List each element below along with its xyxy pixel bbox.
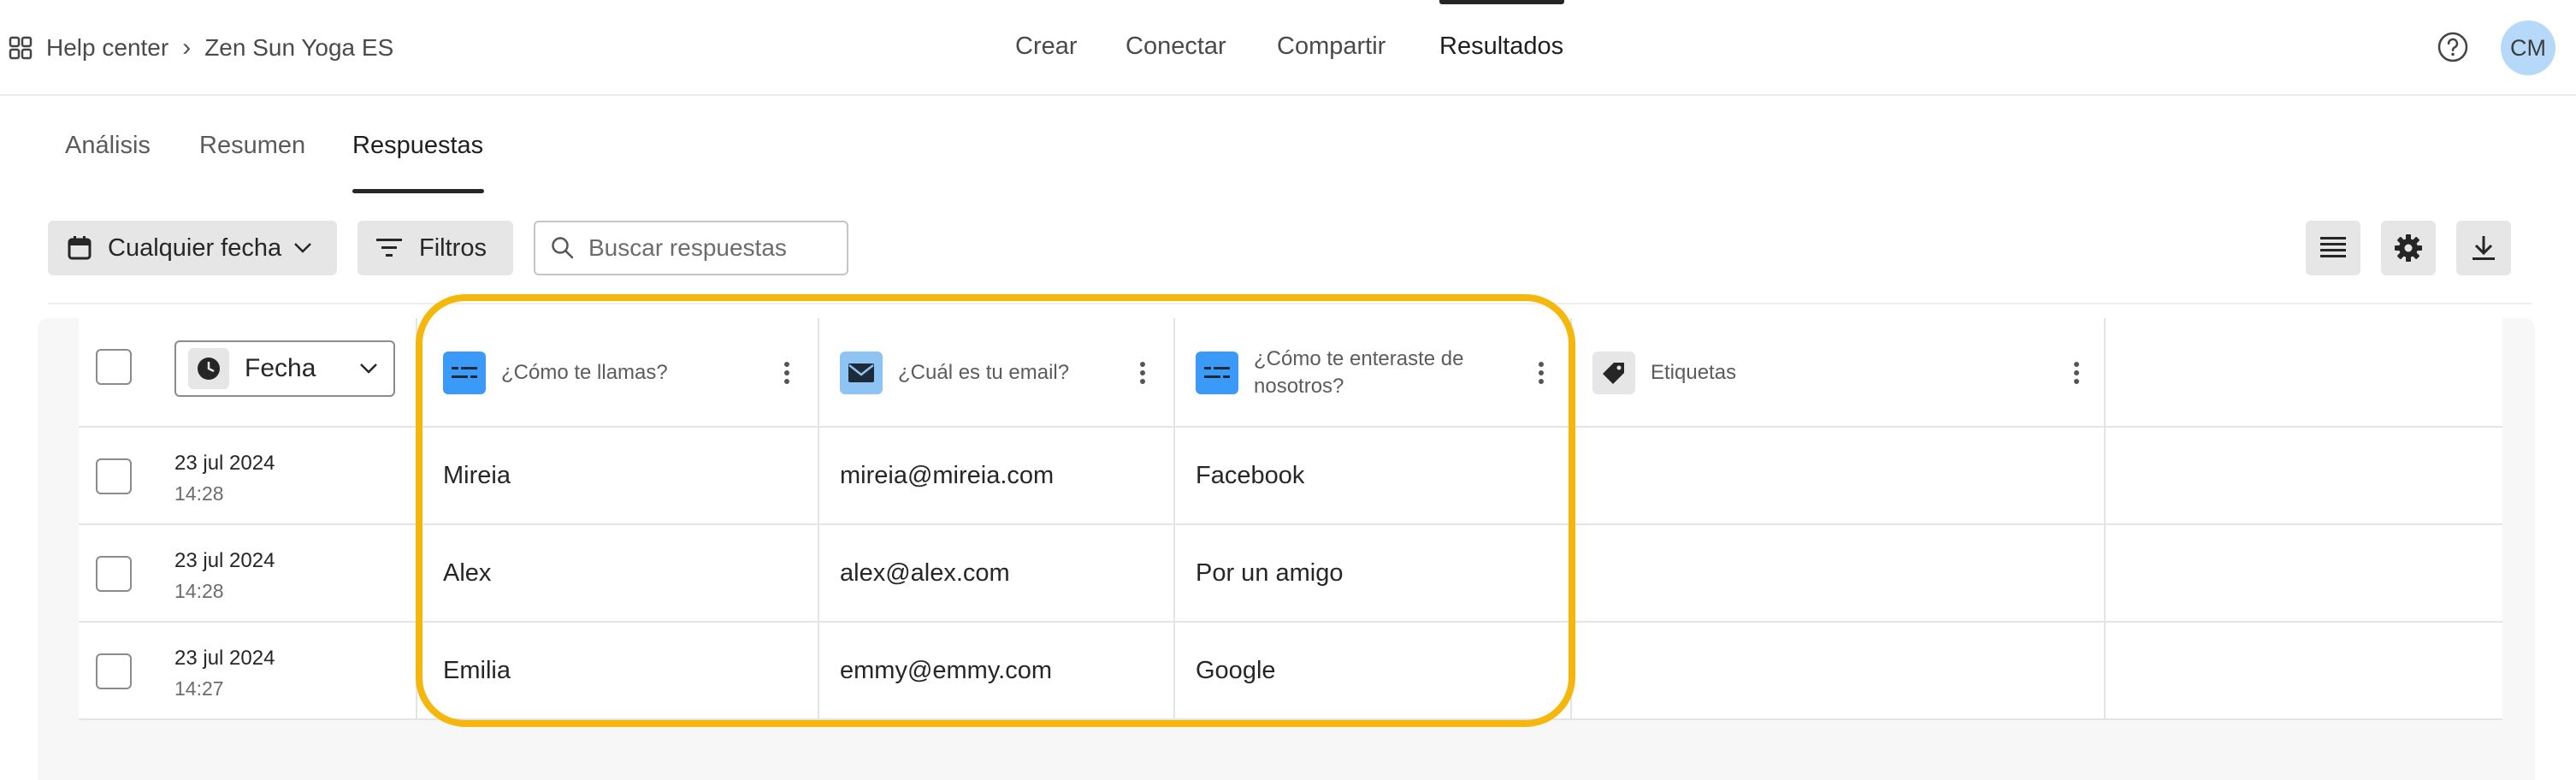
- help-icon[interactable]: [2437, 31, 2469, 63]
- clock-icon: [188, 348, 229, 389]
- column-header-label: Etiquetas: [1651, 361, 1737, 384]
- column-header-label: ¿Cómo te llamas?: [501, 361, 668, 384]
- cell-source: Por un amigo: [1196, 559, 1344, 587]
- apps-grid-icon[interactable]: [9, 36, 32, 60]
- subtab-active-indicator: [352, 189, 484, 193]
- tab-analisis[interactable]: Análisis: [65, 132, 151, 160]
- top-navigation-bar: Help center › Zen Sun Yoga ES Crear Cone…: [0, 0, 2576, 96]
- cell-email: mireia@mireia.com: [840, 462, 1055, 489]
- column-header-label: ¿Cómo te enteraste de nosotros?: [1254, 347, 1464, 398]
- column-menu-icon[interactable]: [1538, 361, 1545, 385]
- row-checkbox[interactable]: [96, 653, 132, 689]
- breadcrumb-current-form[interactable]: Zen Sun Yoga ES: [204, 34, 393, 62]
- cell-name: Emilia: [443, 657, 511, 684]
- table-row[interactable]: 23 jul 2024 14:28 Alex alex@alex.com Por…: [79, 525, 2502, 623]
- row-date: 23 jul 2024: [174, 452, 275, 475]
- date-column-selector[interactable]: Fecha: [174, 340, 395, 397]
- date-filter-button[interactable]: Cualquier fecha: [48, 221, 337, 275]
- column-header-label: ¿Cuál es tu email?: [898, 361, 1070, 384]
- chevron-down-icon: [360, 363, 377, 374]
- user-avatar[interactable]: CM: [2501, 21, 2555, 75]
- cell-email: alex@alex.com: [840, 559, 1010, 587]
- table-header-row: Fecha ¿Cómo te llamas? ¿Cuál es tu email…: [79, 318, 2502, 428]
- row-checkbox[interactable]: [96, 458, 132, 494]
- filters-button[interactable]: Filtros: [357, 221, 513, 275]
- cell-email: emmy@emmy.com: [840, 657, 1053, 684]
- column-divider: [1570, 318, 1572, 720]
- select-all-checkbox[interactable]: [96, 349, 132, 385]
- row-time: 14:28: [174, 482, 224, 505]
- cell-name: Alex: [443, 559, 492, 587]
- date-column-label: Fecha: [245, 354, 316, 382]
- search-box: [534, 221, 848, 275]
- cell-source: Facebook: [1196, 462, 1305, 489]
- row-checkbox[interactable]: [96, 556, 132, 592]
- tab-resumen[interactable]: Resumen: [199, 132, 305, 160]
- date-filter-label: Cualquier fecha: [108, 233, 282, 262]
- tag-icon: [1592, 352, 1635, 394]
- table-row[interactable]: 23 jul 2024 14:28 Mireia mireia@mireia.c…: [79, 428, 2502, 525]
- gear-icon: [2395, 234, 2422, 262]
- filter-icon: [376, 239, 402, 257]
- nav-active-indicator: [1439, 0, 1564, 4]
- cell-source: Google: [1196, 657, 1276, 684]
- toolbar-divider: [48, 303, 2532, 304]
- column-header-tags[interactable]: Etiquetas: [1592, 318, 1736, 428]
- tab-respuestas[interactable]: Respuestas: [352, 132, 483, 160]
- email-icon: [840, 352, 883, 394]
- download-button[interactable]: [2456, 221, 2511, 275]
- nav-item-crear[interactable]: Crear: [1015, 32, 1078, 61]
- column-divider: [818, 318, 819, 720]
- density-toggle-button[interactable]: [2306, 221, 2360, 275]
- download-icon: [2473, 236, 2495, 260]
- table-row[interactable]: 23 jul 2024 14:27 Emilia emmy@emmy.com G…: [79, 623, 2502, 720]
- filters-label: Filtros: [419, 233, 487, 262]
- calendar-icon: [68, 236, 92, 260]
- column-header-source[interactable]: ¿Cómo te enteraste de nosotros?: [1196, 318, 1510, 428]
- search-input[interactable]: [588, 234, 845, 262]
- column-menu-icon[interactable]: [783, 361, 790, 385]
- search-icon: [552, 237, 574, 259]
- nav-item-resultados[interactable]: Resultados: [1439, 32, 1563, 61]
- row-date: 23 jul 2024: [174, 549, 275, 572]
- breadcrumb: Help center › Zen Sun Yoga ES: [9, 29, 393, 67]
- cell-name: Mireia: [443, 462, 511, 489]
- breadcrumb-root-link[interactable]: Help center: [46, 34, 168, 62]
- short-text-icon: [1196, 352, 1238, 394]
- row-time: 14:27: [174, 677, 224, 700]
- column-divider: [1173, 318, 1175, 720]
- chevron-down-icon: [294, 243, 312, 253]
- column-header-name[interactable]: ¿Cómo te llamas?: [443, 318, 668, 428]
- list-view-icon: [2320, 237, 2346, 257]
- settings-button[interactable]: [2381, 221, 2436, 275]
- column-divider: [416, 318, 417, 720]
- row-date: 23 jul 2024: [174, 647, 275, 670]
- nav-item-compartir[interactable]: Compartir: [1277, 32, 1385, 61]
- nav-item-conectar[interactable]: Conectar: [1126, 32, 1226, 61]
- column-header-email[interactable]: ¿Cuál es tu email?: [840, 318, 1069, 428]
- short-text-icon: [443, 352, 486, 394]
- results-subtabs: Análisis Resumen Respuestas: [0, 96, 2576, 195]
- column-menu-icon[interactable]: [1139, 361, 1146, 385]
- column-divider: [2104, 318, 2106, 720]
- column-menu-icon[interactable]: [2073, 361, 2080, 385]
- breadcrumb-chevron-icon: ›: [182, 33, 192, 62]
- row-time: 14:28: [174, 580, 224, 602]
